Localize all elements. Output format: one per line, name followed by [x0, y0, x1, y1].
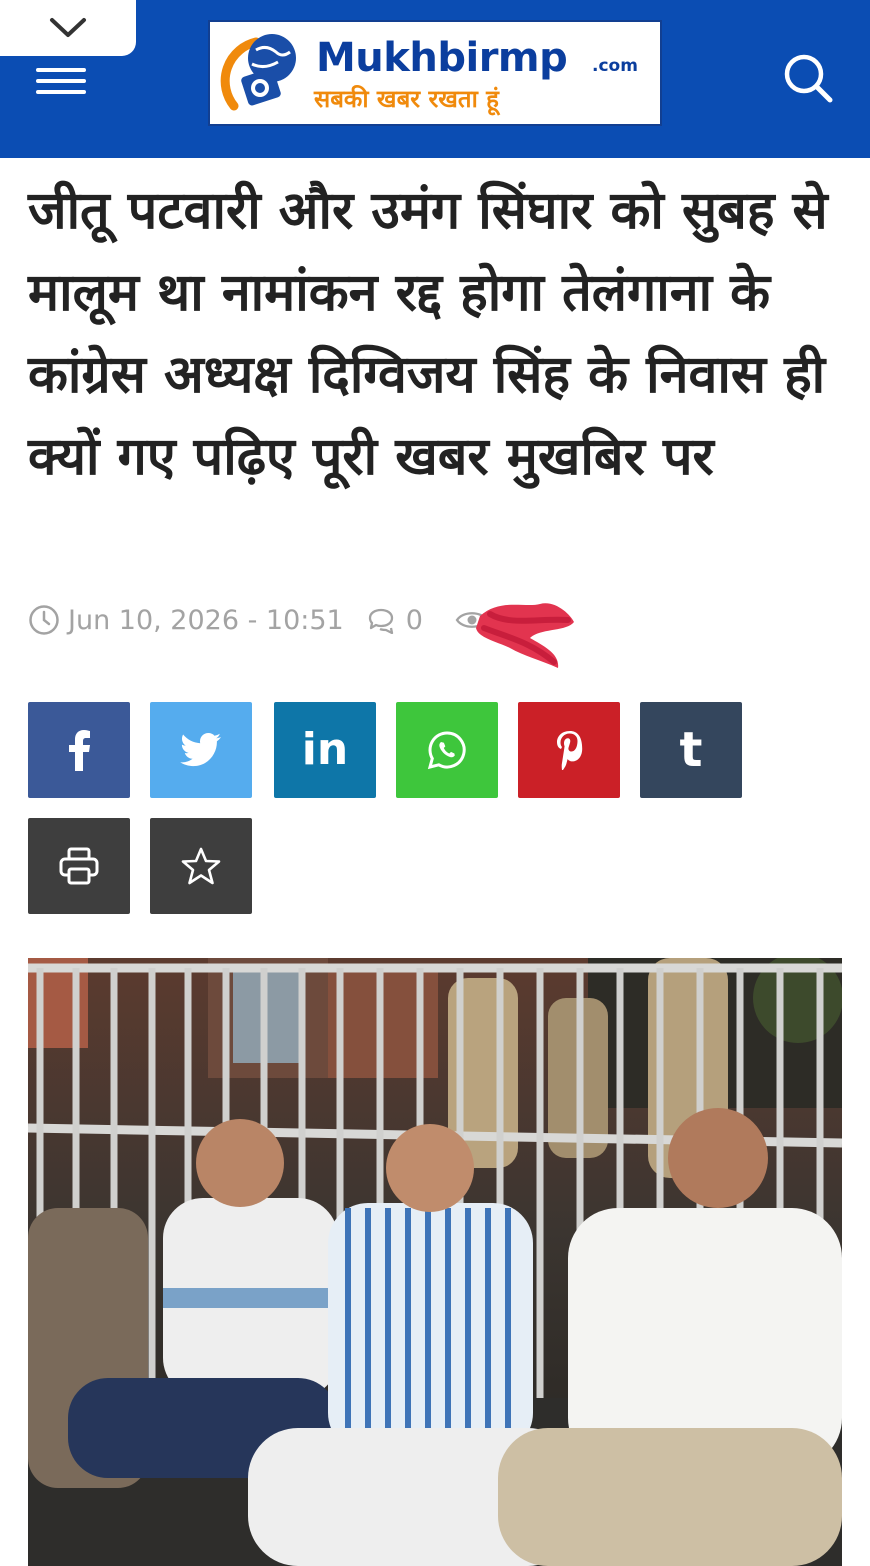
chevron-down-icon — [50, 18, 86, 37]
share-twitter-button[interactable] — [150, 702, 252, 798]
site-header: Mukhbirmp .com सबकी खबर रखता हूं — [0, 0, 870, 158]
share-whatsapp-button[interactable] — [396, 702, 498, 798]
star-icon — [181, 847, 221, 885]
logo-domain-suffix: .com — [592, 56, 638, 76]
pinterest-icon — [557, 731, 583, 770]
logo-name: Mukhbirmp — [316, 35, 568, 81]
share-tumblr-button[interactable]: t — [640, 702, 742, 798]
search-icon[interactable] — [780, 50, 836, 106]
favorite-button[interactable] — [150, 818, 252, 914]
clock-icon — [29, 605, 59, 635]
comment-count: 0 — [405, 604, 423, 636]
site-logo[interactable]: Mukhbirmp .com सबकी खबर रखता हूं — [208, 20, 662, 126]
featured-image[interactable] — [28, 958, 842, 1566]
share-facebook-button[interactable] — [28, 702, 130, 798]
print-button[interactable] — [28, 818, 130, 914]
printer-icon — [59, 847, 99, 885]
publish-datetime: Jun 10, 2026 - 10:51 — [68, 604, 344, 636]
featured-photo-illustration — [28, 958, 842, 1566]
redaction-scribble — [476, 603, 574, 668]
logo-tagline: सबकी खबर रखता हूं — [314, 85, 499, 113]
hamburger-menu-icon[interactable] — [36, 68, 86, 94]
share-pinterest-button[interactable] — [518, 702, 620, 798]
article-title: जीतू पटवारी और उमंग सिंघार को सुबह से मा… — [28, 181, 828, 487]
tumblr-icon: t — [679, 722, 703, 778]
twitter-bird-icon — [180, 733, 221, 767]
comments-icon[interactable] — [366, 606, 398, 634]
globe-camera-logo-icon — [220, 34, 296, 111]
whatsapp-icon — [427, 731, 466, 770]
facebook-icon — [69, 730, 90, 771]
linkedin-icon: in — [301, 724, 349, 775]
share-linkedin-button[interactable]: in — [274, 702, 376, 798]
collapse-toggle[interactable] — [0, 0, 136, 56]
article-meta: Jun 10, 2026 - 10:51 0 — [28, 598, 489, 642]
